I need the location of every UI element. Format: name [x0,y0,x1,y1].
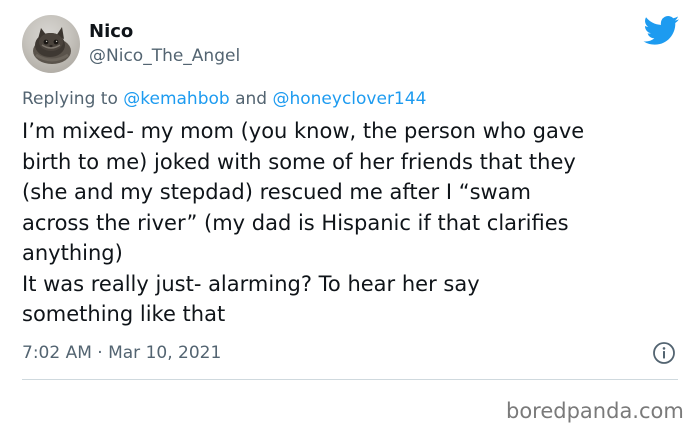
tweet-text-line: anything) [22,241,123,265]
tweet-text-line: birth to me) joked with some of her frie… [22,149,576,174]
tweet-text-line: I’m mixed- my mom (you know, the person … [22,119,585,143]
tweet-text-line: (she and my stepdad) rescued me after I … [22,180,532,204]
author-display-name[interactable]: Nico [89,21,133,43]
mention-link-kemahbob[interactable]: @kemahbob [123,89,229,109]
reply-conjunction: and [235,89,268,109]
tweet-text-line: It was really just- alarming? To hear he… [22,271,480,296]
tweet-text-line: across the river” (my dad is Hispanic if… [22,210,569,235]
kitten-photo [33,27,71,64]
tweet-text-line: something like that [22,302,226,326]
info-icon[interactable] [652,341,676,365]
twitter-bird-icon[interactable] [643,16,680,46]
mention-link-honeyclover144[interactable]: @honeyclover144 [272,89,426,109]
author-handle[interactable]: @Nico_The_Angel [89,45,240,67]
tweet-timestamp[interactable]: 7:02 AM · Mar 10, 2021 [22,342,221,364]
tweet-text: I’m mixed- my mom (you know, the person … [22,116,687,330]
reply-context: Replying to @kemahbob and @honeyclover14… [22,88,426,110]
avatar[interactable] [22,15,80,73]
divider [22,379,678,380]
watermark: boredpanda.com [506,399,684,423]
reply-prefix: Replying to [22,89,118,109]
